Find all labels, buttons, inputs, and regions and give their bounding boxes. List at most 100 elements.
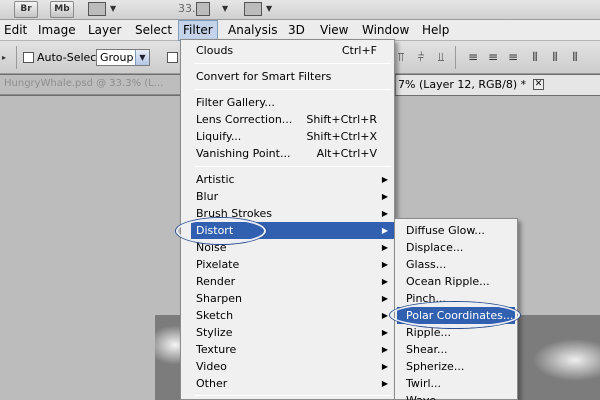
menu-item-label: Other <box>196 377 228 390</box>
submenu-item-diffuse-glow[interactable]: Diffuse Glow... <box>397 222 515 239</box>
menu-edit[interactable]: Edit <box>0 20 31 41</box>
menu-window[interactable]: Window <box>358 20 413 41</box>
auto-select-label: Auto-Select: <box>37 51 105 64</box>
menu-item-label: Liquify... <box>196 130 242 143</box>
annotation-highlight-oval <box>176 218 266 244</box>
menu-item-video[interactable]: Video ▶ <box>191 358 394 375</box>
distribute-right-icon[interactable]: ⦀ <box>568 51 582 64</box>
arrange-documents-icon[interactable] <box>196 2 210 16</box>
menu-help[interactable]: Help <box>418 20 453 41</box>
bridge-button[interactable]: Br <box>14 1 38 18</box>
menu-layer[interactable]: Layer <box>84 20 125 41</box>
menu-item-convert-smart-filters[interactable]: Convert for Smart Filters <box>191 68 394 85</box>
menu-item-label: Filter Gallery... <box>196 96 275 109</box>
auto-select-checkbox[interactable] <box>23 52 34 63</box>
submenu-arrow-icon: ▶ <box>381 362 388 371</box>
menu-select[interactable]: Select <box>131 20 176 41</box>
submenu-item-spherize[interactable]: Spherize... <box>397 358 515 375</box>
submenu-item-shear[interactable]: Shear... <box>397 341 515 358</box>
menu-item-shortcut: Shift+Ctrl+R <box>306 113 377 126</box>
menu-item-label: Video <box>196 360 227 373</box>
distribute-top-icon[interactable]: ≡ <box>466 51 480 64</box>
submenu-item-wave[interactable]: Wave... <box>397 392 515 400</box>
menu-item-label: Render <box>196 275 236 288</box>
menu-view[interactable]: View <box>316 20 352 41</box>
minibridge-label: Mb <box>54 4 70 14</box>
submenu-arrow-icon: ▶ <box>381 175 388 184</box>
auto-select-dropdown[interactable]: Group ▼ <box>96 49 150 66</box>
menu-item-label: Clouds <box>196 44 234 57</box>
menu-item-stylize[interactable]: Stylize ▶ <box>191 324 394 341</box>
menu-item-clouds[interactable]: Clouds Ctrl+F <box>191 42 394 59</box>
menu-item-shortcut: Alt+Ctrl+V <box>316 147 377 160</box>
menu-separator <box>194 395 391 396</box>
submenu-arrow-icon: ▶ <box>381 311 388 320</box>
divider <box>455 46 456 69</box>
menu-item-vanishing-point[interactable]: Vanishing Point... Alt+Ctrl+V <box>191 145 394 162</box>
align-top-icon[interactable]: ⫪ <box>394 51 408 64</box>
chevron-down-icon[interactable]: ▼ <box>266 4 272 13</box>
screen-mode-icon[interactable] <box>244 2 262 16</box>
close-icon[interactable]: ✕ <box>533 79 544 90</box>
document-tab-active[interactable]: 7% (Layer 12, RGB/8) * ✕ <box>395 75 600 95</box>
menu-item-shortcut: Shift+Ctrl+X <box>306 130 377 143</box>
menu-item-shortcut: Ctrl+F <box>341 44 377 57</box>
submenu-item-twirl[interactable]: Twirl... <box>397 375 515 392</box>
menu-item-label: Artistic <box>196 173 235 186</box>
menu-item-blur[interactable]: Blur ▶ <box>191 188 394 205</box>
dropdown-arrow-icon[interactable]: ▼ <box>135 50 149 65</box>
submenu-arrow-icon: ▶ <box>381 328 388 337</box>
menu-item-other[interactable]: Other ▶ <box>191 375 394 392</box>
distribute-horizontal-center-icon[interactable]: ⦀ <box>548 51 562 64</box>
menu-3d[interactable]: 3D <box>284 20 309 41</box>
menu-item-artistic[interactable]: Artistic ▶ <box>191 171 394 188</box>
menu-item-label: Blur <box>196 190 219 203</box>
menu-item-label: Vanishing Point... <box>196 147 291 160</box>
menu-separator <box>194 166 391 167</box>
menu-image[interactable]: Image <box>34 20 80 41</box>
submenu-arrow-icon: ▶ <box>381 243 388 252</box>
menu-item-render[interactable]: Render ▶ <box>191 273 394 290</box>
show-transform-checkbox[interactable] <box>167 52 178 63</box>
document-tab-inactive[interactable]: HungryWhale.psd @ 33.3% (L... <box>4 78 163 89</box>
application-bar: Br Mb ▼ 33.3 ▼ ▼ <box>0 0 600 20</box>
annotation-highlight-oval <box>390 302 520 328</box>
menu-item-label: Pixelate <box>196 258 240 271</box>
menu-item-lens-correction[interactable]: Lens Correction... Shift+Ctrl+R <box>191 111 394 128</box>
submenu-item-ocean-ripple[interactable]: Ocean Ripple... <box>397 273 515 290</box>
submenu-item-glass[interactable]: Glass... <box>397 256 515 273</box>
bridge-label: Br <box>20 4 32 14</box>
distribute-bottom-icon[interactable]: ≡ <box>506 51 520 64</box>
distribute-left-icon[interactable]: ⦀ <box>528 51 542 64</box>
menu-item-label: Lens Correction... <box>196 113 293 126</box>
menu-separator <box>194 63 391 64</box>
menu-item-texture[interactable]: Texture ▶ <box>191 341 394 358</box>
submenu-arrow-icon: ▶ <box>381 345 388 354</box>
distribute-vertical-center-icon[interactable]: ≡ <box>486 51 500 64</box>
divider <box>16 46 17 69</box>
submenu-arrow-icon: ▶ <box>381 260 388 269</box>
view-extras-icon[interactable] <box>88 2 106 16</box>
menu-item-filter-gallery[interactable]: Filter Gallery... <box>191 94 394 111</box>
menu-separator <box>194 89 391 90</box>
menu-item-liquify[interactable]: Liquify... Shift+Ctrl+X <box>191 128 394 145</box>
submenu-arrow-icon: ▶ <box>381 277 388 286</box>
chevron-down-icon[interactable]: ▼ <box>110 4 116 13</box>
menu-filter[interactable]: Filter <box>178 20 218 41</box>
submenu-item-displace[interactable]: Displace... <box>397 239 515 256</box>
submenu-arrow-icon: ▶ <box>381 209 388 218</box>
align-bottom-icon[interactable]: ⫫ <box>434 51 448 64</box>
align-vertical-center-icon[interactable]: ⫩ <box>414 51 428 64</box>
menu-gutter <box>181 40 191 399</box>
minibridge-button[interactable]: Mb <box>50 1 74 18</box>
chevron-down-icon[interactable]: ▼ <box>222 4 228 13</box>
menu-item-label: Convert for Smart Filters <box>196 70 332 83</box>
menu-analysis[interactable]: Analysis <box>224 20 281 41</box>
menu-item-pixelate[interactable]: Pixelate ▶ <box>191 256 394 273</box>
submenu-arrow-icon: ▶ <box>381 192 388 201</box>
menu-item-sharpen[interactable]: Sharpen ▶ <box>191 290 394 307</box>
submenu-arrow-icon: ▶ <box>381 226 388 235</box>
menu-item-label: Sharpen <box>196 292 242 305</box>
menu-item-sketch[interactable]: Sketch ▶ <box>191 307 394 324</box>
tool-preset-arrow-icon[interactable]: ▸ <box>2 53 6 62</box>
